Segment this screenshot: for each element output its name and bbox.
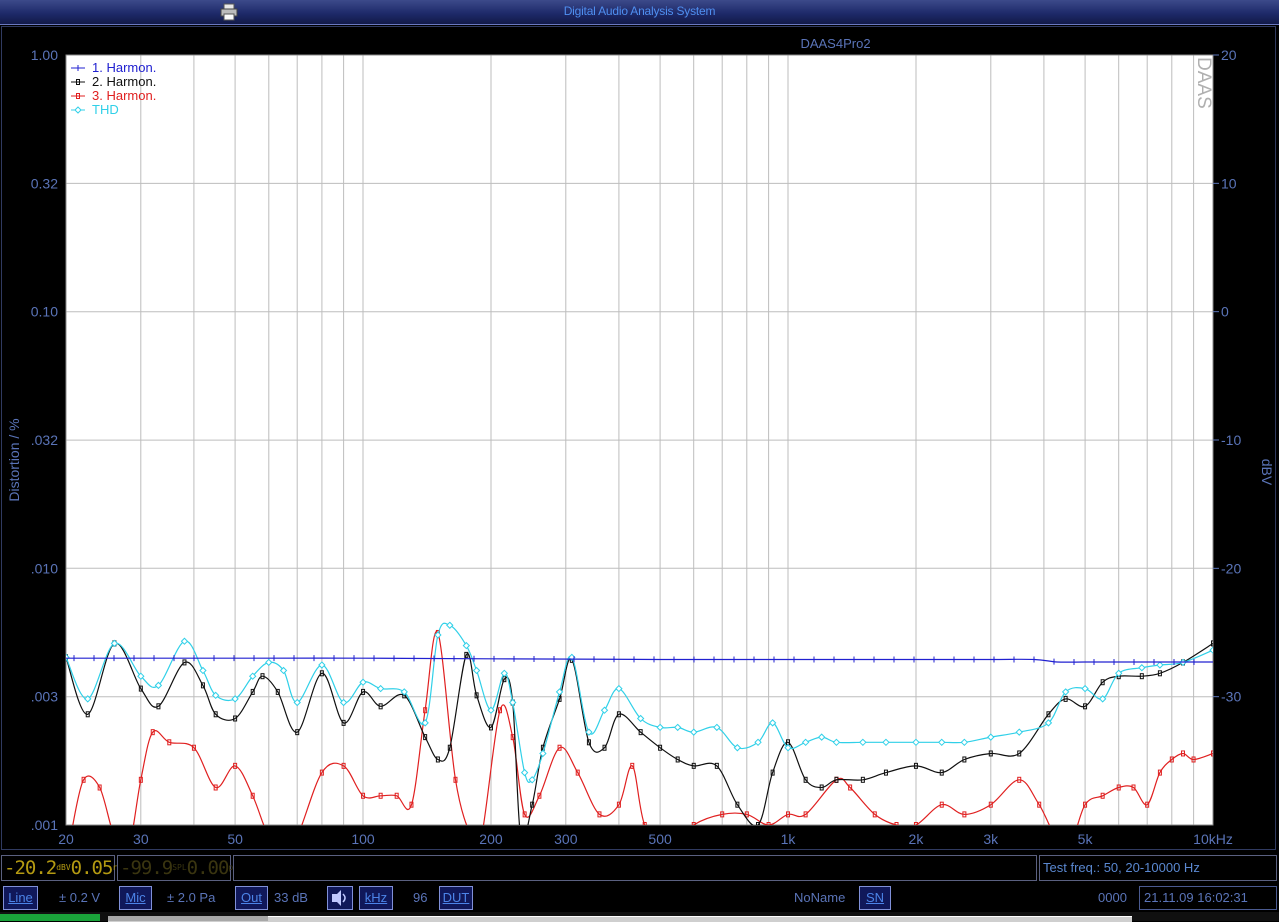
series-marker [267,834,270,839]
counter: 0000 [1098,890,1127,905]
series-marker [282,847,285,851]
x-tick-label: 500 [648,831,672,847]
test-frequency: Test freq.: 50, 20-10000 Hz [1039,855,1277,881]
x-tick-label: 300 [554,831,578,847]
y-tick-label: 0.10 [31,304,58,320]
series-marker [113,834,116,839]
y-tick-label: 1.00 [31,47,58,63]
level-value: -20.2 [4,857,57,879]
x-tick-label: 5k [1078,831,1094,847]
y-right-tick-label: 10 [1221,175,1237,191]
x-tick-label: 20 [58,831,74,847]
level-unit: dBV [56,863,71,872]
y-right-tick-label: -10 [1221,432,1241,448]
legend-label: 2. Harmon. [92,74,156,89]
mic-range: ± 2.0 Pa [167,890,216,905]
x-tick-label: 200 [479,831,503,847]
taskbar-start[interactable] [0,914,100,921]
taskbar-task[interactable] [108,916,268,921]
spl-meter: -99.9SPL0.00peak [117,855,248,881]
samplerate-value: 96 [413,890,428,905]
output-level: 33 dB [274,890,308,905]
date-time: 21.11.09 16:02:31 [1139,886,1277,910]
legend-label: THD [92,102,119,117]
y-tick-label: .032 [31,432,58,448]
series-marker [127,847,130,851]
series-marker [666,847,669,851]
y-right-tick-label: -30 [1221,689,1241,705]
x-tick-label: 3k [983,831,999,847]
spl-value: -99.9 [120,857,173,879]
spl-unit: SPL [172,863,187,872]
y-axis-label: Distortion / % [6,418,22,501]
watermark-logo: DAAS [1193,57,1214,109]
taskbar [0,912,1279,922]
y-right-axis-label: dBV [1259,459,1275,486]
samplerate-button[interactable]: kHz [359,886,393,910]
series-marker [296,834,299,839]
y-right-tick-label: 0 [1221,304,1229,320]
y-tick-label: .001 [31,817,58,833]
serial-number-button[interactable]: SN [859,886,891,910]
chart-title: DAAS4Pro2 [800,36,870,51]
title-bar: Digital Audio Analysis System [0,0,1279,25]
mic-input-button[interactable]: Mic [119,886,152,910]
line-range: ± 0.2 V [59,890,101,905]
distortion-chart: 20 30 50 100 200 300 500 1k 2k 3k 5k 10kHz.001.003.… [6,36,1275,851]
dut-name: NoName [794,890,846,905]
series-marker [470,834,473,839]
x-tick-label: 1k [781,831,797,847]
dut-button[interactable]: DUT [439,886,473,910]
generator-icon-button[interactable] [327,886,353,910]
output-button[interactable]: Out [235,886,268,910]
series-marker [1064,847,1067,851]
window-title: Digital Audio Analysis System [563,4,716,18]
y-tick-label: 0.32 [31,175,58,191]
y-right-tick-label: 20 [1221,47,1237,63]
x-tick-label: 10kHz [1193,831,1233,847]
y-tick-label: .003 [31,689,58,705]
x-tick-label: 2k [909,831,925,847]
rms-value: 0.05 [70,857,114,879]
y-right-tick-label: -20 [1221,560,1241,576]
peak-value: 0.00 [186,857,230,879]
x-tick-label: 100 [351,831,375,847]
speaker-wave-icon [332,890,346,906]
legend-label: 1. Harmon. [92,60,156,75]
y-tick-label: .010 [31,560,58,576]
x-tick-label: 50 [227,831,243,847]
level-meter: -20.2dBV0.05rms [1,855,127,881]
x-tick-label: 30 [133,831,149,847]
line-input-button[interactable]: Line [3,886,38,910]
series-marker [519,834,522,839]
message-area [233,855,1037,881]
legend-label: 3. Harmon. [92,88,156,103]
